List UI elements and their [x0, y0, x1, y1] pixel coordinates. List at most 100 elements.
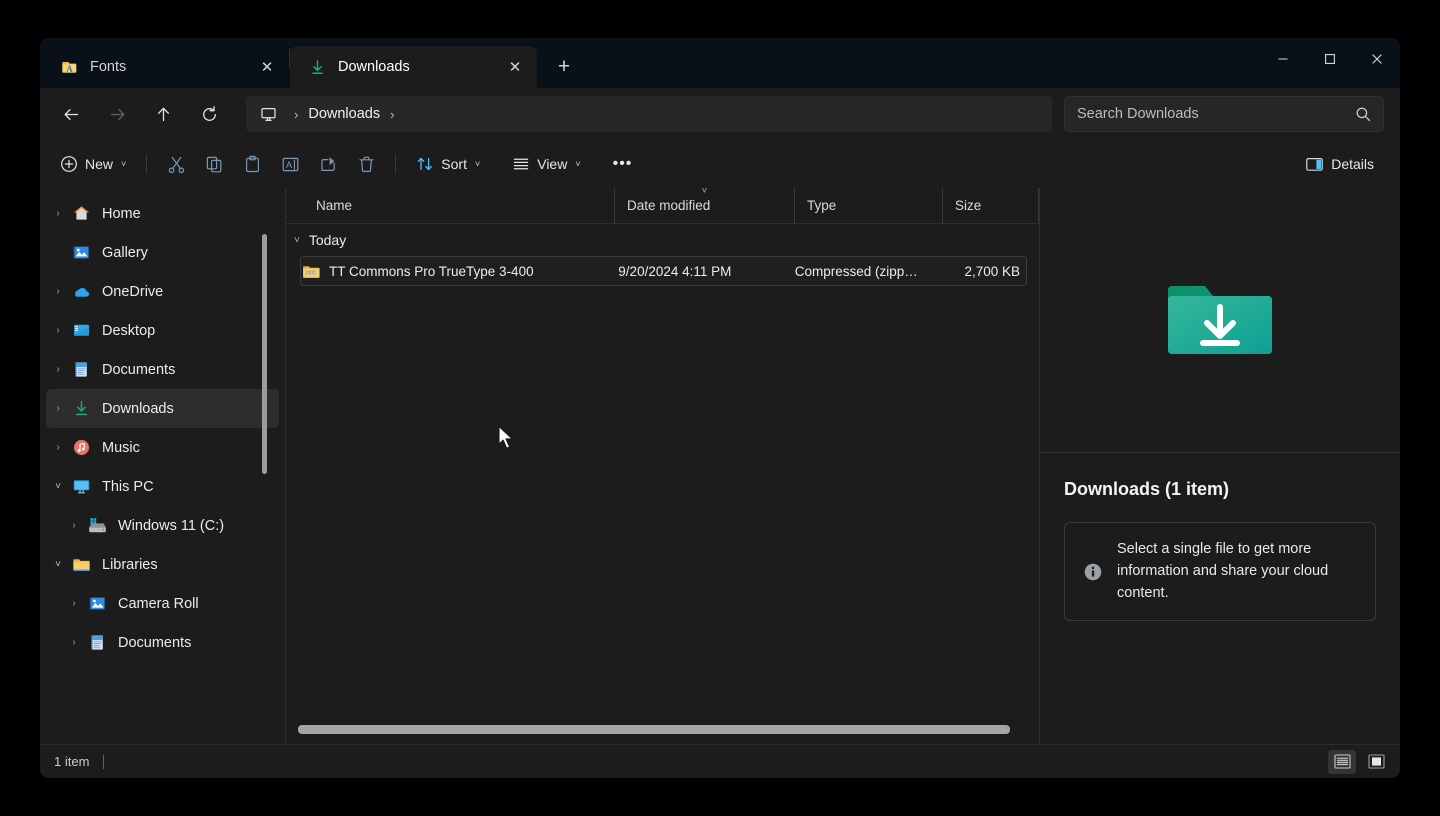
- details-pane-button[interactable]: Details: [1295, 147, 1384, 181]
- sort-button[interactable]: Sort ˅: [406, 147, 490, 181]
- details-info-text: Select a single file to get more informa…: [1117, 541, 1329, 601]
- chevron-right-icon[interactable]: ›: [46, 364, 70, 375]
- horizontal-scrollbar-thumb[interactable]: [298, 725, 1011, 734]
- sidebar-item-label: Home: [102, 205, 141, 222]
- sort-button-label: Sort: [441, 156, 467, 172]
- breadcrumb-separator: ›: [294, 106, 299, 122]
- sidebar-item-music[interactable]: › Music: [46, 428, 279, 467]
- sidebar-item-downloads[interactable]: › Downloads: [46, 389, 279, 428]
- preview-area: [1040, 188, 1400, 453]
- chevron-right-icon[interactable]: ›: [46, 403, 70, 414]
- search-input[interactable]: Search Downloads: [1064, 96, 1384, 132]
- gallery-icon: [70, 243, 92, 263]
- chevron-right-icon[interactable]: ›: [62, 598, 86, 609]
- chevron-right-icon[interactable]: ›: [46, 325, 70, 336]
- column-header-size[interactable]: Size: [942, 188, 1038, 224]
- sidebar-item-this-pc[interactable]: ˅ This PC: [46, 467, 279, 506]
- maximize-button[interactable]: [1306, 38, 1353, 80]
- chevron-down-icon[interactable]: ˅: [46, 481, 70, 492]
- chevron-right-icon[interactable]: ›: [46, 286, 70, 297]
- details-info-card: Select a single file to get more informa…: [1064, 522, 1376, 622]
- sidebar-item-label: Windows 11 (C:): [118, 517, 225, 534]
- forward-button[interactable]: [99, 96, 135, 132]
- paste-button[interactable]: [233, 147, 271, 181]
- fonts-folder-icon: A: [60, 58, 78, 76]
- column-header-filler: [1038, 188, 1039, 224]
- sidebar-item-onedrive[interactable]: › OneDrive: [46, 272, 279, 311]
- chevron-right-icon[interactable]: ›: [46, 208, 70, 219]
- group-header-today[interactable]: ˅ Today: [286, 224, 1039, 256]
- this-pc-icon[interactable]: [256, 102, 280, 126]
- tab-downloads[interactable]: Downloads ✕: [290, 46, 537, 88]
- info-icon: [1083, 562, 1103, 582]
- chevron-down-icon[interactable]: ˅: [294, 235, 300, 246]
- drive-icon: [86, 516, 108, 536]
- details-view-toggle[interactable]: [1328, 749, 1356, 774]
- sidebar-item-windows-11-c[interactable]: › Windows 11 (C:): [62, 506, 279, 545]
- chevron-right-icon[interactable]: ›: [46, 442, 70, 453]
- command-bar: New ˅ A Sort ˅ View ˅ ••• Details: [40, 140, 1400, 188]
- chevron-down-icon[interactable]: ˅: [46, 559, 70, 570]
- sidebar-item-label: Libraries: [102, 556, 158, 573]
- column-header-name[interactable]: Name: [286, 188, 614, 224]
- sidebar-item-desktop[interactable]: › Desktop: [46, 311, 279, 350]
- sidebar-item-libraries[interactable]: ˅ Libraries: [46, 545, 279, 584]
- cut-button[interactable]: [157, 147, 195, 181]
- rename-button[interactable]: A: [271, 147, 309, 181]
- column-label: Name: [316, 198, 353, 213]
- navigation-scrollbar[interactable]: [262, 234, 267, 474]
- large-icons-view-toggle[interactable]: [1362, 750, 1390, 774]
- tab-close-button[interactable]: ✕: [253, 53, 281, 81]
- sidebar-item-documents-library[interactable]: › Documents: [62, 623, 279, 662]
- chevron-right-icon[interactable]: ›: [62, 520, 86, 531]
- sidebar-item-gallery[interactable]: Gallery: [46, 233, 279, 272]
- command-separator: [146, 154, 148, 174]
- desktop-icon: [70, 321, 92, 341]
- up-button[interactable]: [145, 96, 181, 132]
- search-placeholder: Search Downloads: [1077, 106, 1199, 122]
- back-button[interactable]: [53, 96, 89, 132]
- chevron-down-icon: ˅: [474, 159, 481, 169]
- sidebar-item-camera-roll[interactable]: › Camera Roll: [62, 584, 279, 623]
- column-header-date-modified[interactable]: ˅ Date modified: [614, 188, 794, 224]
- share-button[interactable]: [309, 147, 347, 181]
- plus-circle-icon: [60, 155, 78, 173]
- close-button[interactable]: [1353, 38, 1400, 80]
- downloads-icon: [70, 399, 92, 419]
- table-row[interactable]: TT Commons Pro TrueType 3-400 9/20/2024 …: [300, 256, 1027, 286]
- sidebar-item-label: Gallery: [102, 244, 148, 261]
- svg-text:A: A: [286, 160, 292, 170]
- view-button[interactable]: View ˅: [502, 147, 590, 181]
- download-arrow-icon: [308, 58, 326, 76]
- chevron-right-icon[interactable]: ›: [62, 637, 86, 648]
- documents-icon: [70, 360, 92, 380]
- new-tab-button[interactable]: +: [547, 50, 581, 84]
- horizontal-scrollbar[interactable]: [298, 725, 1025, 734]
- downloads-folder-large-icon: [1168, 275, 1272, 366]
- search-icon[interactable]: [1355, 106, 1371, 122]
- file-date-cell: 9/20/2024 4:11 PM: [618, 263, 732, 279]
- minimize-button[interactable]: [1259, 38, 1306, 80]
- tab-fonts[interactable]: A Fonts ✕: [42, 46, 289, 88]
- column-header-type[interactable]: Type: [794, 188, 942, 224]
- sidebar-item-label: OneDrive: [102, 283, 164, 300]
- copy-button[interactable]: [195, 147, 233, 181]
- more-options-button[interactable]: •••: [603, 147, 643, 181]
- chevron-down-icon: ˅: [121, 159, 127, 169]
- breadcrumb-current[interactable]: Downloads: [308, 106, 380, 122]
- sidebar-item-documents[interactable]: › Documents: [46, 350, 279, 389]
- breadcrumb-separator-trailing[interactable]: ›: [380, 107, 404, 122]
- thispc-icon: [70, 477, 92, 497]
- item-count-label: 1 item: [54, 754, 90, 769]
- breadcrumb[interactable]: › Downloads ›: [246, 96, 1052, 132]
- svg-text:A: A: [66, 64, 73, 74]
- tab-close-button[interactable]: ✕: [501, 53, 529, 81]
- sidebar-item-home[interactable]: › Home: [46, 194, 279, 233]
- refresh-button[interactable]: [191, 96, 227, 132]
- delete-button[interactable]: [347, 147, 385, 181]
- new-button[interactable]: New ˅: [50, 147, 136, 181]
- view-button-label: View: [537, 156, 568, 172]
- title-bar: A Fonts ✕ Downloads ✕ +: [40, 38, 1400, 88]
- file-size-cell: 2,700 KB: [964, 263, 1021, 279]
- address-bar-row: › Downloads › Search Downloads: [40, 88, 1400, 140]
